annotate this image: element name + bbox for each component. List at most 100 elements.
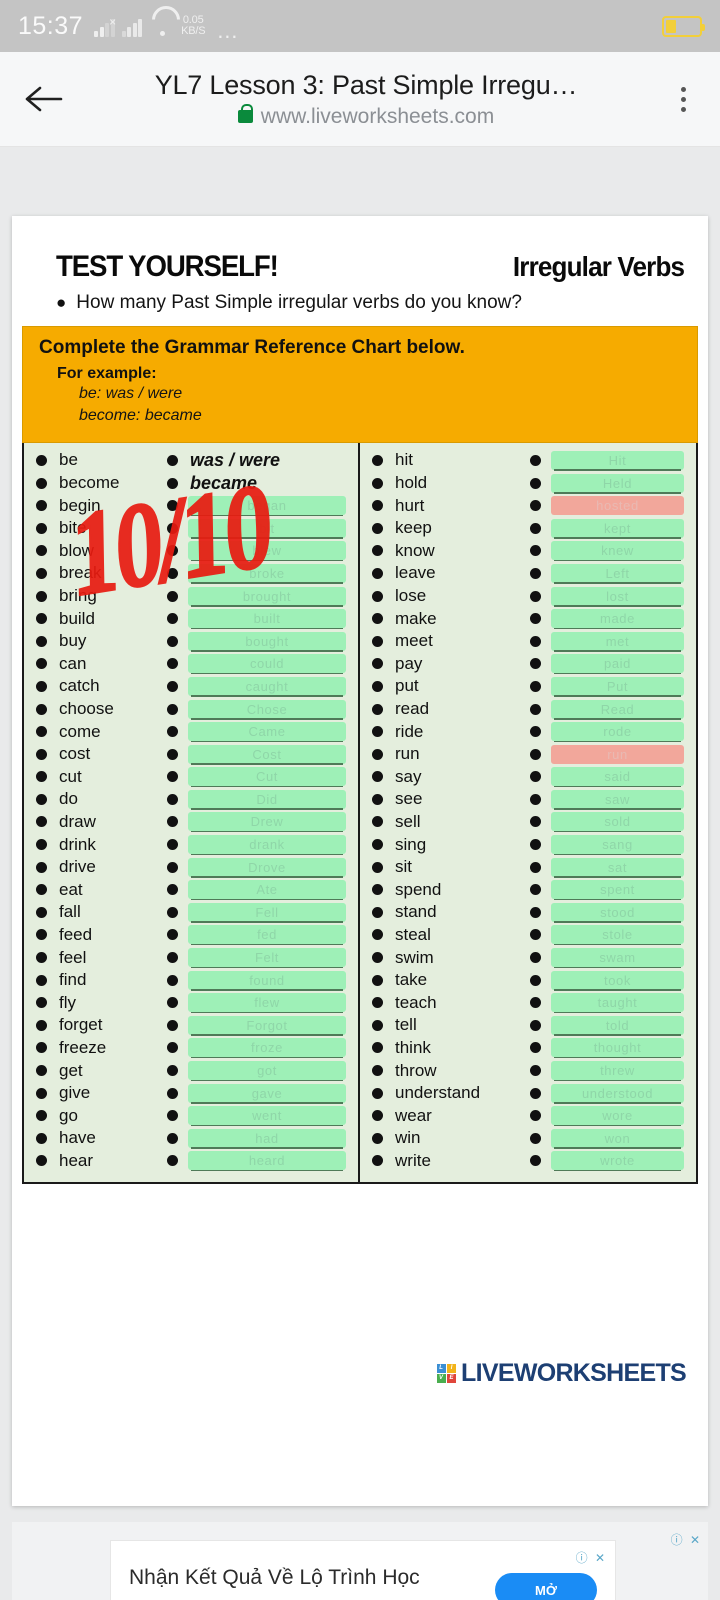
answer-input[interactable]: stood xyxy=(551,902,684,923)
answer-input[interactable]: froze xyxy=(188,1038,346,1059)
answer-input[interactable]: drank xyxy=(188,835,346,856)
answer-input[interactable]: sat xyxy=(551,857,684,878)
bullet-icon xyxy=(372,658,383,670)
answer-input[interactable]: thought xyxy=(551,1038,684,1059)
answer-input[interactable]: run xyxy=(551,744,684,764)
answer-text: threw xyxy=(600,1063,635,1079)
answer-input[interactable]: Drove xyxy=(188,857,346,878)
answer-input[interactable]: made xyxy=(551,609,684,630)
answer-input[interactable]: fed xyxy=(188,925,346,946)
answer-text: Chose xyxy=(246,701,288,717)
answer-input[interactable]: met xyxy=(551,631,684,652)
bullet-icon xyxy=(167,703,178,715)
answer-input[interactable]: Left xyxy=(551,563,684,584)
answer-input[interactable]: swam xyxy=(551,948,684,969)
answer-input[interactable]: Came xyxy=(188,722,346,743)
answer-input[interactable]: Cut xyxy=(188,767,346,788)
bullet-icon xyxy=(530,545,541,557)
answer-input[interactable]: hosted xyxy=(551,496,684,516)
answer-input[interactable]: could xyxy=(188,654,346,675)
answer-input[interactable]: gave xyxy=(188,1083,346,1104)
verb-row: hear heard xyxy=(24,1150,358,1173)
answer-input[interactable]: wore xyxy=(551,1106,684,1127)
answer-input[interactable]: began xyxy=(188,496,346,517)
ad-cta-button[interactable]: MỞ xyxy=(495,1573,597,1600)
answer-input[interactable]: Chose xyxy=(188,699,346,720)
bullet-icon xyxy=(530,1110,541,1122)
answer-input[interactable]: Ate xyxy=(188,880,346,901)
answer-input[interactable]: said xyxy=(551,767,684,788)
answer-input[interactable]: stole xyxy=(551,925,684,946)
answer-input[interactable]: built xyxy=(188,609,346,630)
answer-input[interactable]: got xyxy=(188,1061,346,1082)
answer-text: Cost xyxy=(252,746,282,762)
bullet-icon xyxy=(530,1155,541,1167)
answer-input[interactable]: had xyxy=(188,1128,346,1149)
back-button[interactable] xyxy=(16,72,70,126)
answer-input[interactable]: bit xyxy=(188,518,346,539)
browser-menu-button[interactable] xyxy=(662,72,704,126)
answer-input[interactable]: bought xyxy=(188,631,346,652)
answer-input[interactable]: heard xyxy=(188,1151,346,1172)
answer-text: Hit xyxy=(608,452,627,468)
answer-text: froze xyxy=(251,1040,283,1056)
answer-input[interactable]: went xyxy=(188,1106,346,1127)
ad-banner[interactable]: ⓘ ✕ Nhận Kết Quả Về Lộ Trình Học Đăng ký… xyxy=(110,1540,616,1600)
bullet-icon xyxy=(36,929,47,941)
answer-input[interactable]: spent xyxy=(551,880,684,901)
answer-input[interactable]: flew xyxy=(188,993,346,1014)
answer-input[interactable]: Felt xyxy=(188,948,346,969)
bullet-icon xyxy=(372,952,383,964)
answer-input[interactable]: wrote xyxy=(551,1151,684,1172)
answer-input[interactable]: broke xyxy=(188,563,346,584)
answer-input[interactable]: brought xyxy=(188,586,346,607)
ad-close-icon[interactable]: ⓘ ✕ xyxy=(576,1549,607,1566)
answer-input[interactable]: caught xyxy=(188,676,346,697)
answer-input[interactable]: Read xyxy=(551,699,684,720)
bullet-icon xyxy=(530,658,541,670)
verb-row: bring brought xyxy=(24,585,358,608)
bullet-icon xyxy=(36,454,47,466)
bullet-icon xyxy=(372,1042,383,1054)
answer-input[interactable]: rode xyxy=(551,722,684,743)
bullet-icon xyxy=(530,839,541,851)
answer-text: Held xyxy=(602,475,633,491)
answer-input[interactable]: understood xyxy=(551,1083,684,1104)
answer-input[interactable]: Held xyxy=(551,473,684,494)
answer-input[interactable]: saw xyxy=(551,789,684,810)
web-content-viewport[interactable]: TEST YOURSELF! Irregular Verbs ● How man… xyxy=(0,147,720,1600)
answer-input[interactable]: Fell xyxy=(188,902,346,923)
answer-input[interactable]: sold xyxy=(551,812,684,833)
verb-infinitive: think xyxy=(395,1037,431,1057)
answer-input[interactable]: kept xyxy=(551,518,684,539)
bullet-icon xyxy=(167,545,178,557)
address-area[interactable]: YL7 Lesson 3: Past Simple Irregu… www.li… xyxy=(70,70,662,129)
answer-input[interactable]: Drew xyxy=(188,812,346,833)
answer-input[interactable]: knew xyxy=(551,541,684,562)
answer-input[interactable]: paid xyxy=(551,654,684,675)
answer-input[interactable]: found xyxy=(188,970,346,991)
verb-infinitive: freeze xyxy=(59,1037,107,1057)
answer-input[interactable]: Hit xyxy=(551,450,684,471)
ad-close-top[interactable]: ⓘ ✕ xyxy=(671,1531,702,1548)
bullet-icon xyxy=(36,613,47,625)
answer-input[interactable]: Cost xyxy=(188,744,346,765)
answer-input[interactable]: told xyxy=(551,1015,684,1036)
answer-input[interactable]: sang xyxy=(551,835,684,856)
answer-input[interactable]: Forgot xyxy=(188,1015,346,1036)
verb-row: make made xyxy=(360,607,696,630)
bullet-icon xyxy=(167,590,178,602)
answer-input[interactable]: blew xyxy=(188,541,346,562)
bullet-icon xyxy=(36,1087,47,1099)
answer-text: sold xyxy=(604,814,631,830)
answer-input[interactable]: took xyxy=(551,970,684,991)
answer-text: Left xyxy=(605,565,630,581)
answer-input[interactable]: taught xyxy=(551,993,684,1014)
answer-input[interactable]: lost xyxy=(551,586,684,607)
bullet-icon xyxy=(167,1110,178,1122)
answer-input[interactable]: threw xyxy=(551,1061,684,1082)
ad-title: Nhận Kết Quả Về Lộ Trình Học xyxy=(129,1566,420,1589)
answer-input[interactable]: won xyxy=(551,1128,684,1149)
answer-input[interactable]: Put xyxy=(551,676,684,697)
answer-input[interactable]: Did xyxy=(188,789,346,810)
